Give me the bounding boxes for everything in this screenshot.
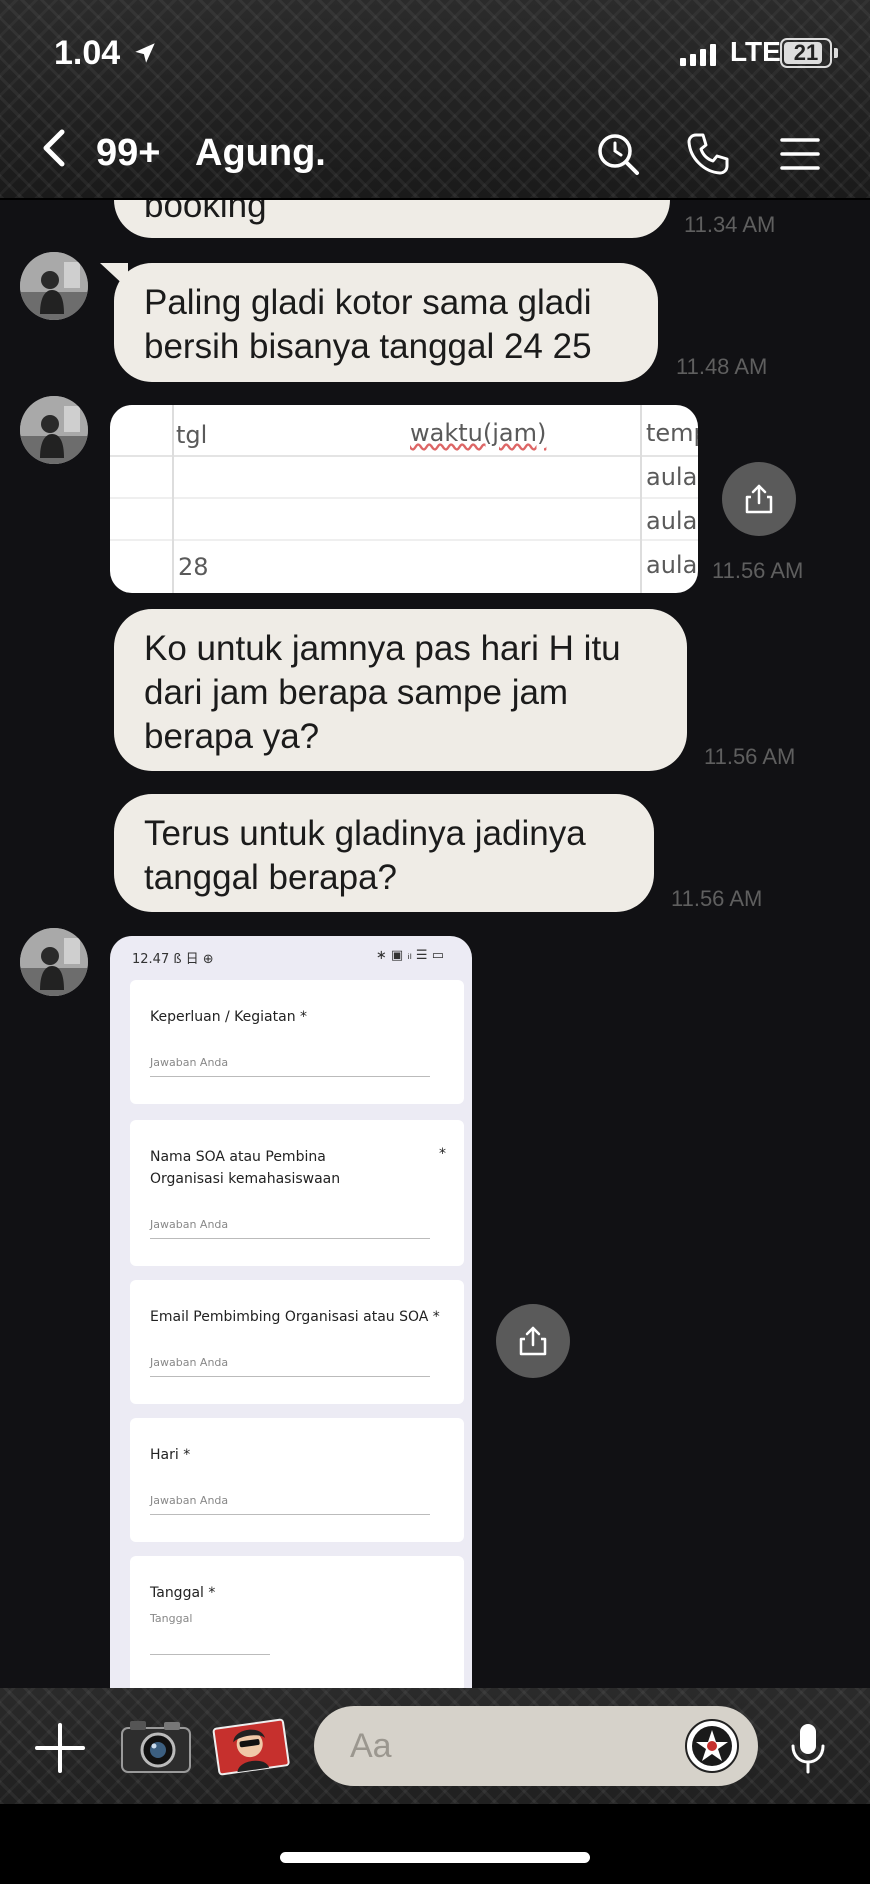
phone-icon[interactable] [684, 130, 732, 178]
table-cell: aula [646, 463, 698, 491]
message-bubble[interactable]: Terus untuk gladinya jadinya tanggal ber… [114, 794, 654, 912]
form-card: Nama SOA atau Pembina Organisasi kemahas… [130, 1120, 464, 1266]
message-text-line: dari jam berapa sampe jam [144, 673, 569, 712]
message-bubble[interactable]: Paling gladi kotor sama gladi bersih bis… [114, 263, 658, 382]
table-header-temp: temp [646, 419, 698, 447]
form-question: Tanggal * [150, 1585, 216, 1601]
form-question: Hari * [150, 1447, 191, 1463]
message-time: 11.56 AM [704, 744, 796, 769]
chat-title[interactable]: Agung. [195, 132, 326, 175]
form-card: Email Pembimbing Organisasi atau SOA * J… [130, 1280, 464, 1404]
battery-level: 21 [793, 40, 819, 65]
share-button[interactable] [496, 1304, 570, 1378]
location-arrow-icon [135, 43, 155, 63]
composer-bar [0, 1688, 870, 1804]
form-question: Nama SOA atau Pembina Organisasi kemahas… [150, 1149, 341, 1187]
message-text-line: Ko untuk jamnya pas hari H itu [144, 629, 621, 668]
form-required-star: * [439, 1146, 446, 1162]
network-type: LTE [730, 36, 781, 67]
home-area [0, 1804, 870, 1884]
status-time: 1.04 [54, 34, 121, 72]
table-cell-date: 28 [178, 553, 209, 581]
sticker-icon[interactable] [212, 1716, 290, 1776]
microphone-icon[interactable] [788, 1722, 828, 1774]
share-icon [519, 1326, 547, 1356]
form-card: Tanggal * Tanggal [130, 1556, 464, 1688]
message-time: 11.56 AM [712, 558, 804, 583]
form-answer: Tanggal [150, 1612, 193, 1625]
form-question: Email Pembimbing Organisasi atau SOA * [150, 1309, 440, 1325]
share-button[interactable] [722, 462, 796, 536]
back-chevron-icon[interactable] [36, 128, 70, 168]
form-card: Keperluan / Kegiatan * Jawaban Anda [130, 980, 464, 1104]
form-answer: Jawaban Anda [150, 1056, 229, 1069]
message-text-line: tanggal berapa? [144, 858, 397, 897]
avatar[interactable] [20, 396, 88, 464]
home-indicator[interactable] [280, 1852, 590, 1863]
form-card: Hari * Jawaban Anda [130, 1418, 464, 1542]
search-history-icon[interactable] [594, 130, 642, 178]
table-cell: aula [646, 551, 698, 579]
message-time: 11.48 AM [676, 354, 768, 379]
signal-icon [680, 42, 716, 66]
message-text-line: Paling gladi kotor sama gladi [144, 283, 592, 322]
table-header-tgl: tgl [176, 421, 208, 449]
message-text-line: Terus untuk gladinya jadinya [144, 814, 586, 853]
form-screenshot-image[interactable]: 12.47 ß 日 ⊕ ∗ ▣ ᵢₗ ☰ ▭ Keperluan / Kegia… [110, 936, 472, 1688]
form-answer: Jawaban Anda [150, 1218, 229, 1231]
emoji-sticker-icon[interactable] [684, 1718, 740, 1774]
camera-icon[interactable] [118, 1716, 194, 1776]
share-icon [745, 484, 773, 514]
message-text-line: berapa ya? [144, 717, 320, 756]
form-status-left: 12.47 ß 日 ⊕ [132, 952, 214, 967]
avatar[interactable] [20, 252, 88, 320]
table-image[interactable]: tgl waktu(jam) temp aula aula aula 28 [110, 405, 698, 593]
plus-icon[interactable] [34, 1722, 86, 1774]
avatar[interactable] [20, 928, 88, 996]
table-cell: aula [646, 507, 698, 535]
message-text-line: bersih bisanya tanggal 24 25 [144, 327, 592, 366]
battery-icon: 21 [780, 38, 832, 68]
form-answer: Jawaban Anda [150, 1356, 229, 1369]
message-time: 11.34 AM [684, 212, 776, 237]
form-question: Keperluan / Kegiatan * [150, 1009, 308, 1025]
form-answer: Jawaban Anda [150, 1494, 229, 1507]
menu-icon[interactable] [776, 130, 824, 178]
message-time: 11.56 AM [671, 886, 763, 911]
unread-count[interactable]: 99+ [96, 132, 160, 175]
chat-header: 1.04 LTE 21 99+ Agung. [0, 0, 870, 200]
table-header-waktu: waktu(jam) [410, 419, 547, 447]
form-status-right: ∗ ▣ ᵢₗ ☰ ▭ [375, 948, 444, 963]
message-bubble[interactable]: Ko untuk jamnya pas hari H itu dari jam … [114, 609, 687, 771]
